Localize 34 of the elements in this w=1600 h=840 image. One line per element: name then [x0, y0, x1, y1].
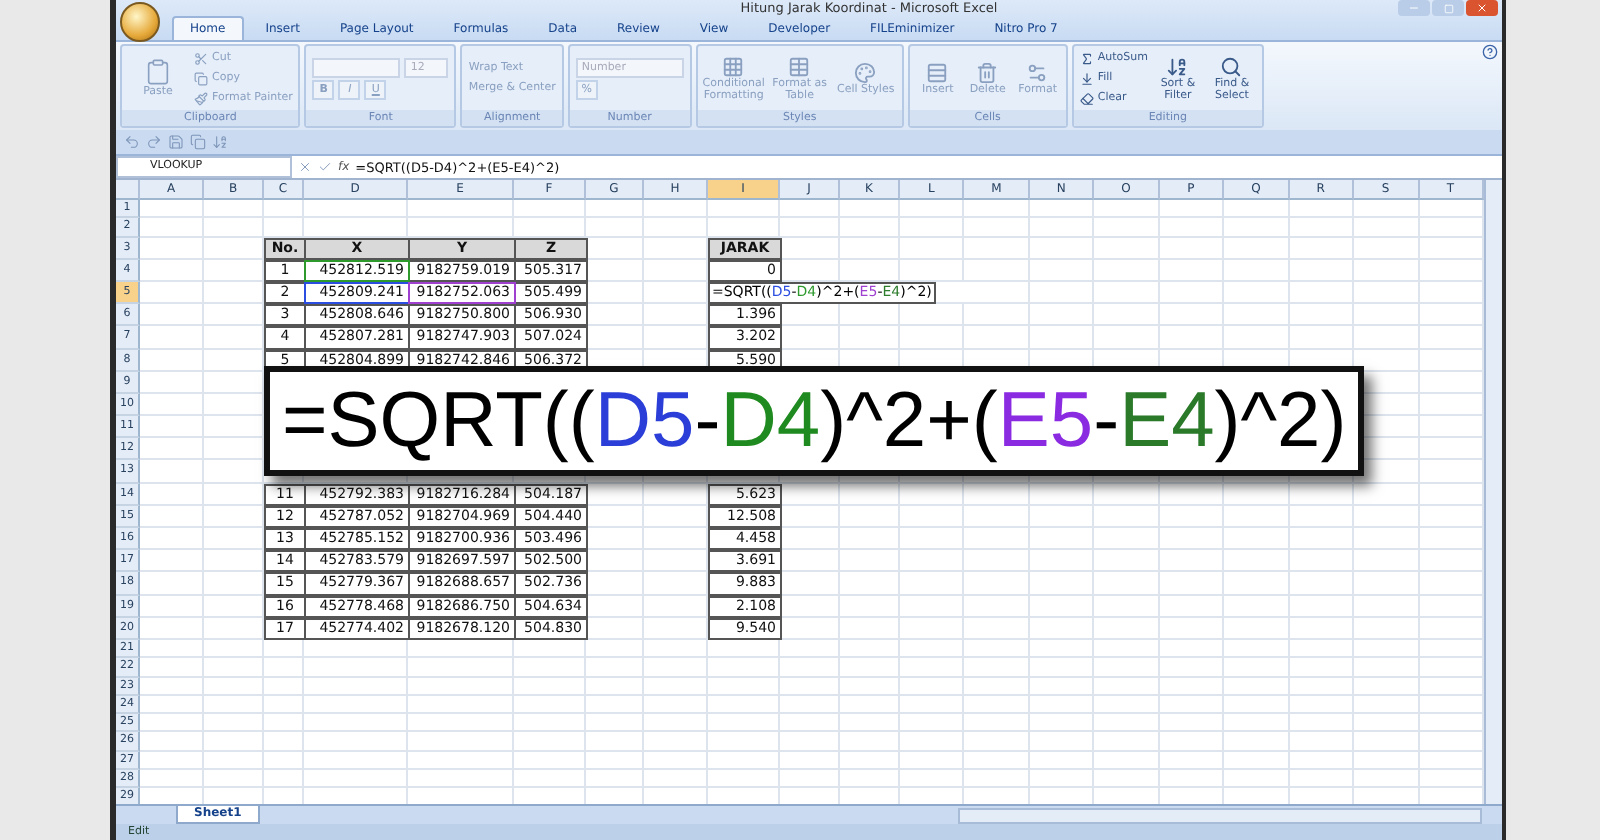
horizontal-scrollbar[interactable]	[958, 807, 1482, 823]
palette-icon	[854, 61, 877, 83]
grid-icon	[722, 55, 745, 77]
save-icon[interactable]	[168, 134, 184, 150]
close-button[interactable]	[1466, 0, 1498, 16]
minimize-button[interactable]	[1398, 0, 1430, 16]
minimize-icon	[1408, 2, 1420, 14]
table-icon	[788, 55, 811, 77]
clipboard-icon	[144, 58, 172, 86]
close-icon	[1476, 2, 1488, 14]
office-button[interactable]	[120, 2, 160, 42]
sort-icon	[1166, 55, 1189, 77]
help-icon[interactable]	[1482, 44, 1498, 60]
sort-icon[interactable]	[212, 134, 228, 150]
redo-icon[interactable]	[146, 134, 162, 150]
paintbrush-icon	[194, 91, 208, 105]
vertical-scrollbar[interactable]	[1484, 180, 1502, 804]
undo-icon[interactable]	[124, 134, 140, 150]
eraser-icon	[1079, 91, 1094, 105]
rows-icon	[926, 61, 949, 83]
formula-zoom-tooltip: =SQRT((D5-D4)^2+(E5-E4)^2)	[264, 366, 1365, 476]
maximize-icon	[1443, 3, 1453, 13]
select-all-corner[interactable]	[116, 180, 140, 200]
search-icon	[1220, 55, 1243, 77]
sliders-icon	[1026, 61, 1049, 83]
sigma-icon	[1079, 51, 1094, 65]
trash-icon	[976, 61, 999, 83]
font-name-field[interactable]	[312, 57, 401, 77]
cancel-icon[interactable]	[298, 160, 312, 174]
check-icon[interactable]	[318, 160, 332, 174]
copy-icon	[194, 71, 208, 85]
scissors-icon	[194, 51, 208, 65]
fill-down-icon	[1079, 71, 1094, 85]
copy-icon[interactable]	[190, 134, 206, 150]
